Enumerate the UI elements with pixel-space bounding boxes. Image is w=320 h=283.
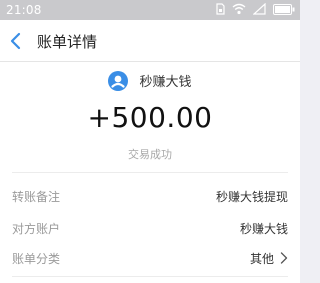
status-bar: 21:08	[0, 0, 300, 20]
divider	[12, 276, 288, 277]
battery-icon	[273, 3, 295, 18]
detail-row-category[interactable]: 账单分类 其他	[12, 250, 288, 270]
detail-value: 秒赚大钱提现	[215, 190, 288, 204]
transaction-status: 交易成功	[128, 148, 172, 161]
detail-label: 对方账户	[12, 222, 61, 236]
detail-row-counterparty: 对方账户 秒赚大钱	[12, 220, 288, 240]
detail-row-remark: 转账备注 秒赚大钱提现	[12, 188, 288, 208]
status-icons	[211, 2, 295, 18]
signal-icon	[252, 2, 266, 18]
chevron-left-icon[interactable]	[8, 31, 24, 51]
sim-icon	[214, 3, 226, 18]
divider	[12, 172, 288, 173]
payee-row: 秒赚大钱	[0, 70, 300, 92]
bill-detail-card: 秒赚大钱 +500.00 交易成功 转账备注 秒赚大钱提现 对方账户 秒赚大钱 …	[0, 62, 300, 283]
nav-bar: 账单详情	[0, 20, 300, 62]
transaction-amount: +500.00	[87, 101, 213, 134]
detail-label: 账单分类	[12, 252, 61, 266]
user-avatar-icon	[108, 70, 129, 91]
page-title: 账单详情	[37, 33, 98, 51]
detail-value: 其他	[249, 252, 274, 266]
payee-name: 秒赚大钱	[139, 75, 192, 90]
detail-label: 转账备注	[12, 190, 61, 204]
detail-value: 秒赚大钱	[239, 222, 288, 236]
wifi-icon	[232, 3, 246, 18]
status-time: 21:08	[6, 3, 42, 17]
chevron-right-icon	[280, 252, 288, 264]
